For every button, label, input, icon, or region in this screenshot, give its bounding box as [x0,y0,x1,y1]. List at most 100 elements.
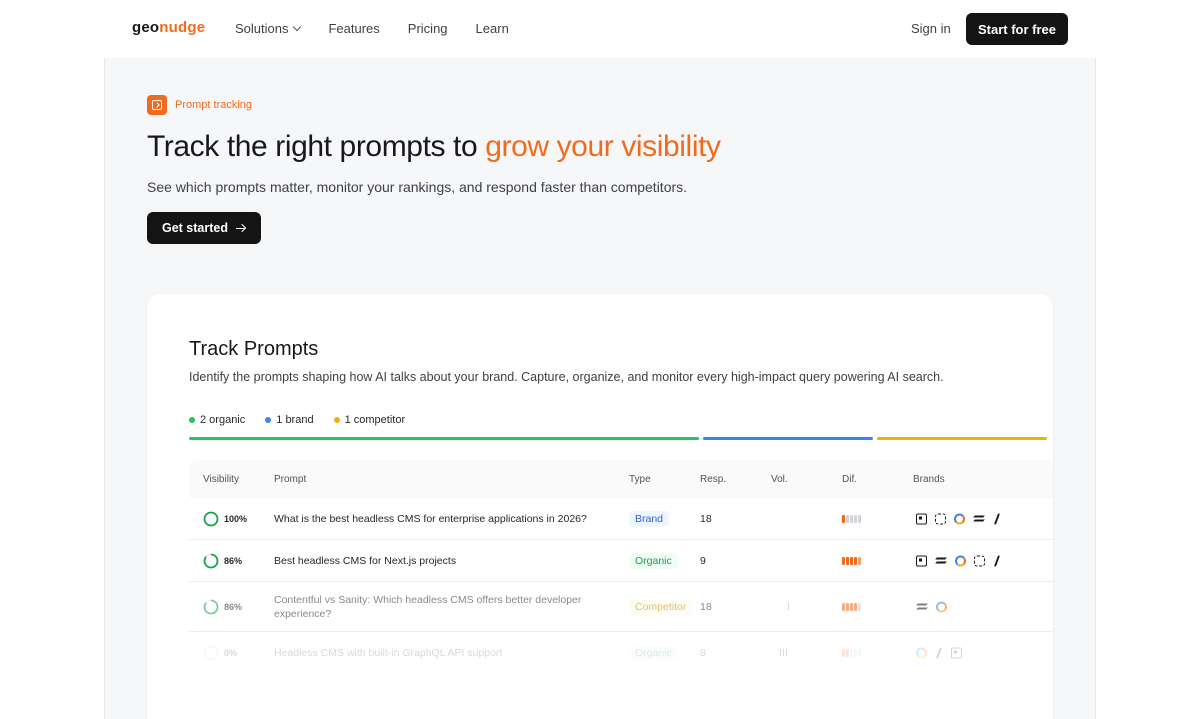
nav-link-label: Solutions [235,21,289,36]
header-resp[interactable]: Resp. [700,474,726,485]
prompt-text: Contentful vs Sanity: Which headless CMS… [274,593,582,620]
legend-competitor: 1 competitor [333,414,406,426]
headline-highlight: grow your visibility [485,130,721,163]
legend-label: 1 competitor [344,414,406,426]
difficulty-meter [842,602,861,611]
resp-value: 8 [700,647,706,659]
get-started-label: Get started [162,221,228,235]
visibility-value: 100% [224,513,248,524]
visibility-cell: 86% [203,599,242,615]
vol-value: I [787,600,790,613]
visibility-value: 86% [224,555,243,566]
brand-logo-icon [993,555,1001,566]
table-row[interactable]: 100% What is the best headless CMS for e… [189,498,1053,540]
type-cell: Brand [629,510,670,527]
sign-in-link[interactable]: Sign in [911,21,951,36]
brand-logo-icon [955,555,966,566]
organic-share-bar [189,437,699,440]
table-row[interactable]: 0% Headless CMS with built-in GraphQL AP… [189,632,1053,674]
type-badge: Organic [629,552,678,569]
start-for-free-button[interactable]: Start for free [966,13,1068,45]
brand-logo-icon [974,555,985,566]
nav-link-pricing[interactable]: Pricing [408,21,448,36]
visibility-cell: 100% [203,511,247,527]
difficulty-meter [842,649,861,657]
brand-logo-icon [916,555,927,566]
logo[interactable]: geonudge [132,19,205,36]
hero-subtitle: See which prompts matter, monitor your r… [147,179,688,195]
type-cell: Competitor [629,598,693,615]
resp-value: 18 [700,512,712,525]
blue-dot-icon [265,417,272,423]
legend-label: 1 brand [276,414,314,426]
type-badge: Competitor [629,598,693,615]
visibility-ring-icon [203,645,219,661]
visibility-ring-icon [203,553,219,568]
track-prompts-card: Track Prompts Identify the prompts shapi… [147,294,1053,719]
brand-share-bar [703,437,873,440]
brands-cell [916,601,947,612]
type-cell: Organic [629,645,678,661]
type-cell: Organic [629,552,678,569]
chevron-down-icon [293,22,302,31]
type-badge: Organic [629,645,678,661]
nav-link-learn[interactable]: Learn [476,21,509,36]
nav-link-solutions[interactable]: Solutions [235,21,302,36]
header-vol[interactable]: Vol. [771,474,788,485]
type-legend: 2 organic 1 brand 1 competitor [189,414,405,426]
nav-link-features[interactable]: Features [328,21,379,36]
arrow-right-icon [236,223,246,233]
card-title: Track Prompts [189,338,319,360]
top-navigation: geonudge Solutions Features Pricing Lear… [0,0,1200,58]
prompt-text: Best headless CMS for Next.js projects [274,554,457,567]
header-prompt[interactable]: Prompt [274,474,306,485]
competitor-share-bar [877,437,1047,440]
header-visibility[interactable]: Visibility [203,474,239,485]
resp-value: 9 [700,554,706,567]
brand-logo-icon [973,514,985,524]
type-badge: Brand [629,510,670,527]
brand-logo-icon [951,647,962,659]
get-started-button[interactable]: Get started [147,212,261,244]
table-row[interactable]: 86% Contentful vs Sanity: Which headless… [189,582,1053,632]
difficulty-meter [842,514,861,523]
prompt-tracking-badge: Prompt tracking [147,95,252,115]
brand-logo-icon [935,556,947,566]
header-brands[interactable]: Brands [913,474,945,485]
legend-brand: 1 brand [265,414,314,426]
visibility-value: 0% [224,648,238,658]
terminal-icon [147,95,167,115]
vol-value: III [779,647,788,659]
brand-logo-icon [916,602,928,612]
visibility-cell: 0% [203,645,237,661]
visibility-value: 86% [224,601,243,612]
brand-logo-icon [993,513,1001,524]
badge-label: Prompt tracking [175,99,253,111]
logo-text-nudge: nudge [159,19,206,36]
brands-cell [916,513,1001,524]
header-type[interactable]: Type [629,474,651,485]
card-description: Identify the prompts shaping how AI talk… [189,370,944,384]
yellow-dot-icon [333,417,340,423]
logo-text-geo: geo [132,19,160,36]
legend-label: 2 organic [200,414,246,426]
hero-section: Prompt tracking Track the right prompts … [104,58,1096,719]
nav-links: Solutions Features Pricing Learn [235,21,509,36]
brand-logo-icon [916,647,927,659]
visibility-ring-icon [203,511,219,526]
brand-logo-icon [916,513,927,524]
legend-organic: 2 organic [189,414,245,426]
brand-logo-icon [935,513,946,524]
header-dif[interactable]: Dif. [842,474,857,485]
brand-logo-icon [954,513,965,524]
prompt-text: What is the best headless CMS for enterp… [274,512,587,525]
visibility-cell: 86% [203,553,242,569]
prompt-text: Headless CMS with built-in GraphQL API s… [274,647,503,659]
visibility-ring-icon [203,599,219,614]
brand-logo-icon [935,648,943,659]
headline-plain: Track the right prompts to [147,130,486,163]
table-row[interactable]: 86% Best headless CMS for Next.js projec… [189,540,1053,582]
resp-value: 18 [700,600,712,613]
brands-cell [916,647,962,659]
brand-logo-icon [936,601,947,612]
